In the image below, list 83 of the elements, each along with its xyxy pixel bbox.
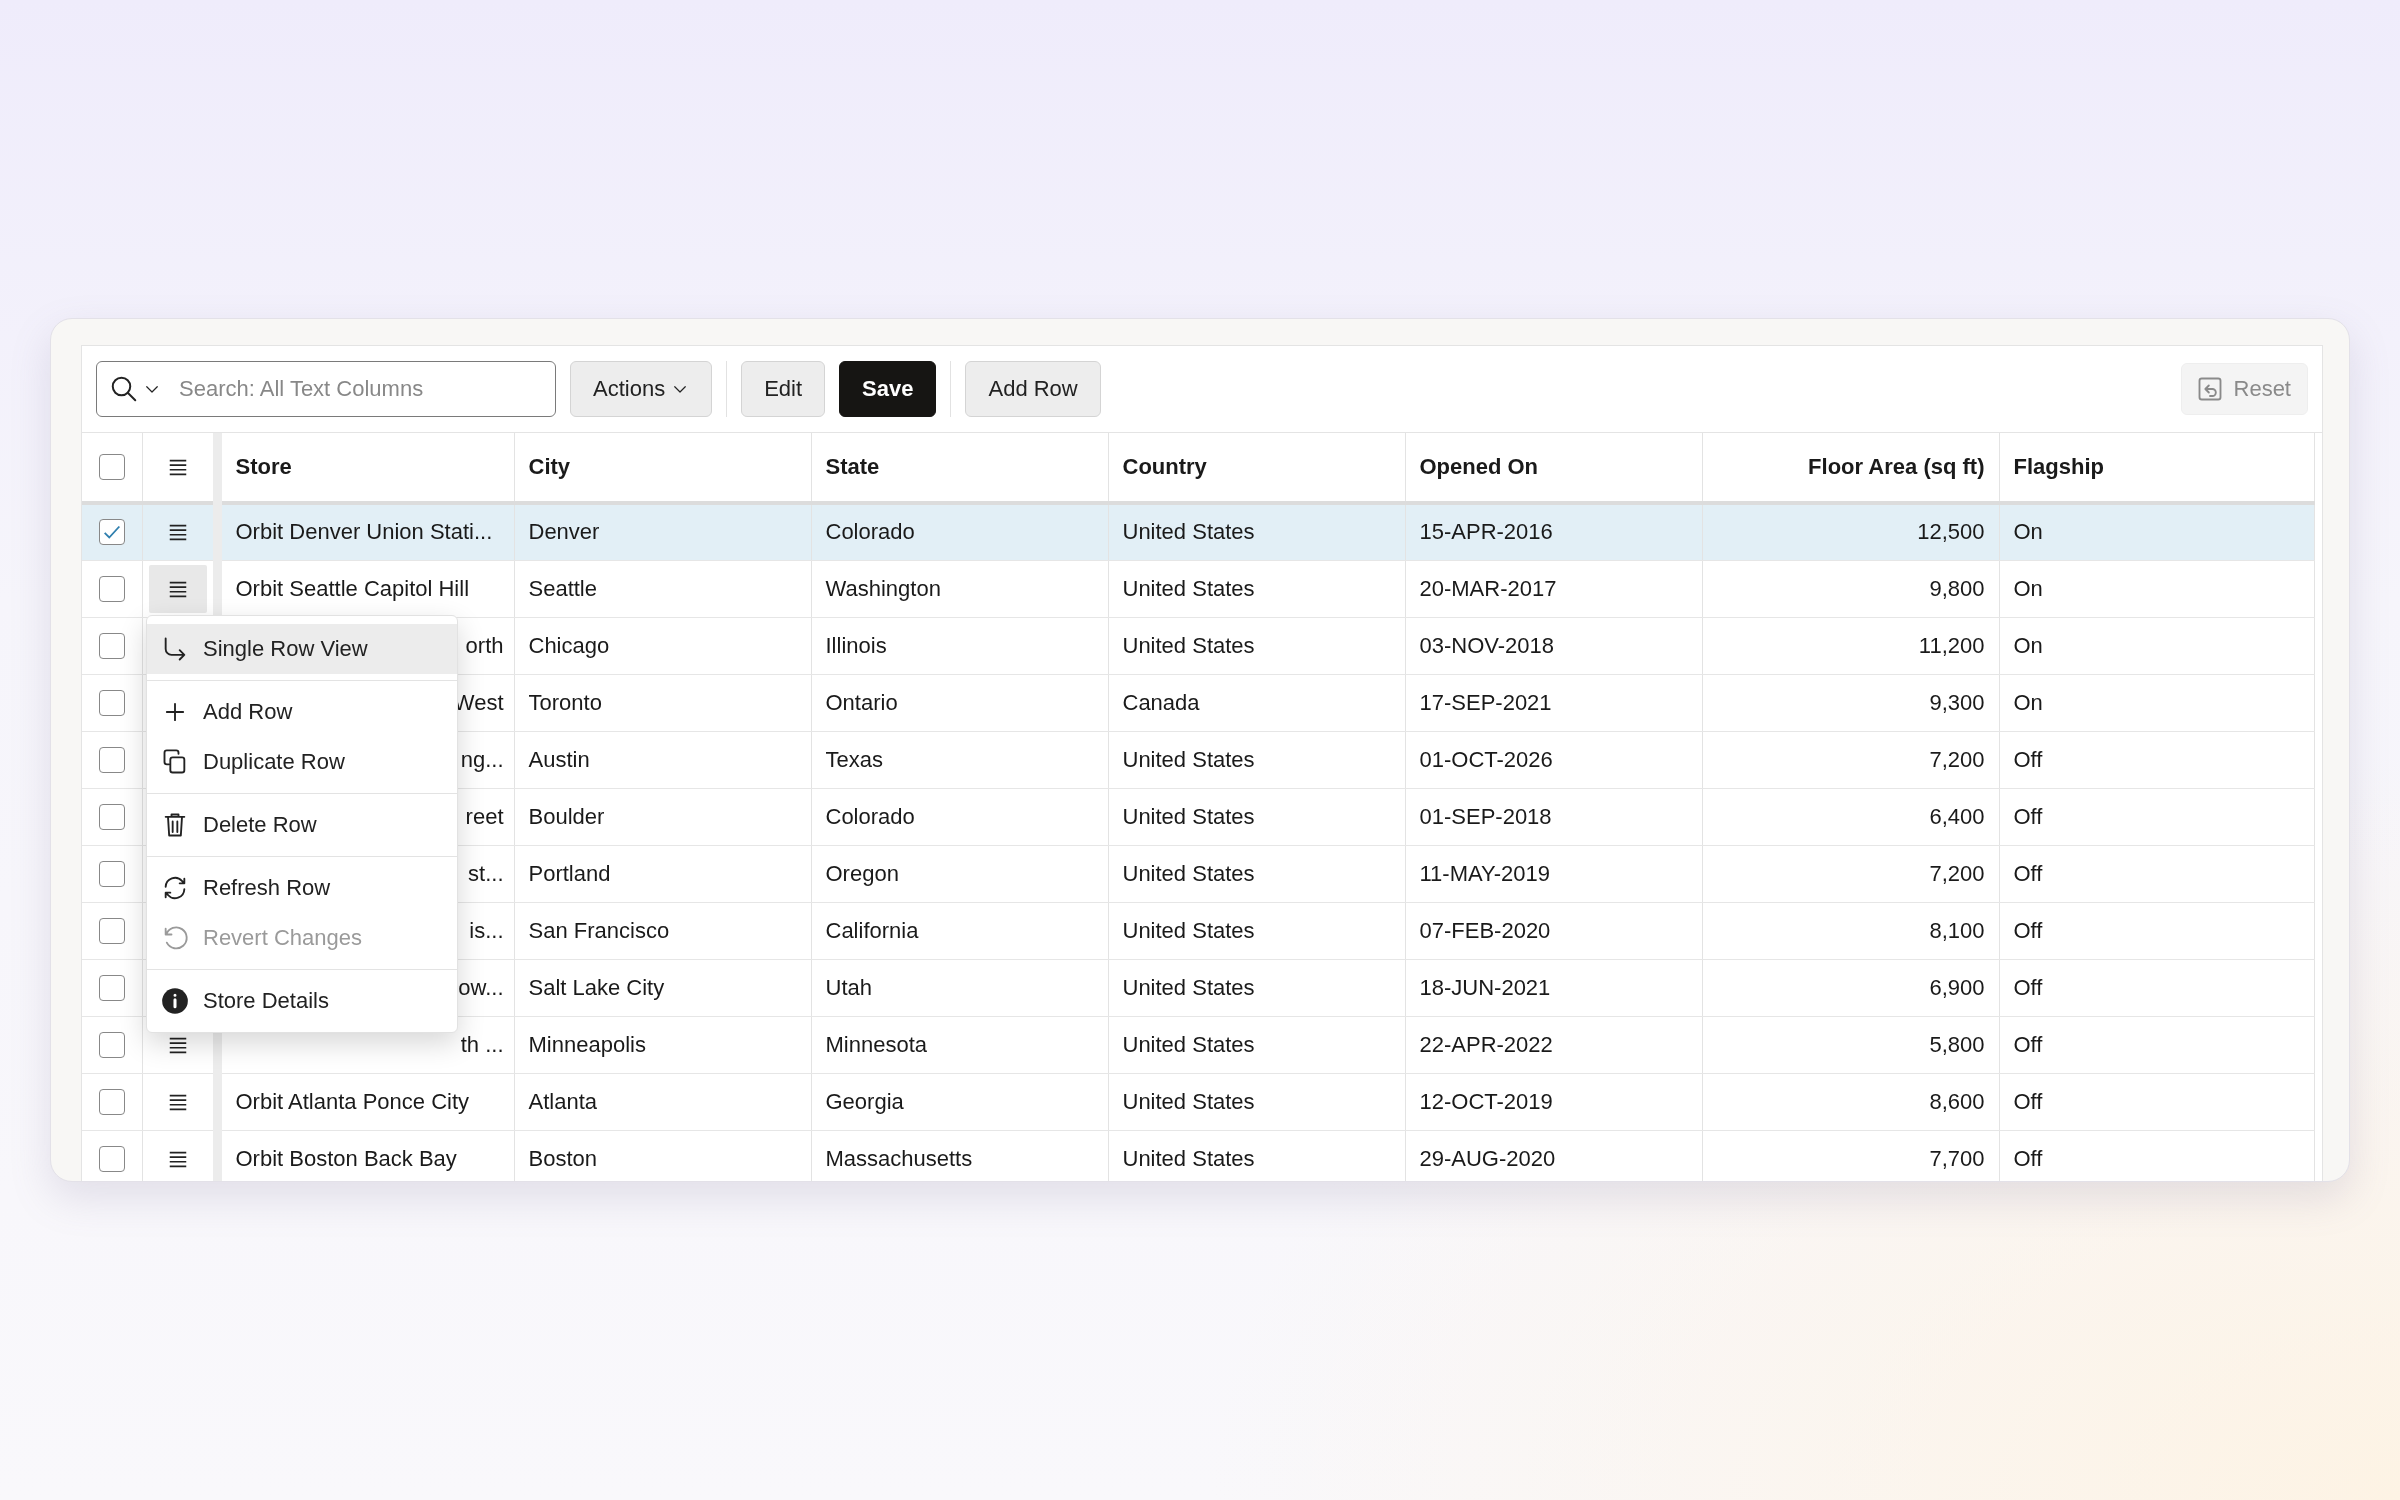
table-cell: United States xyxy=(1122,1145,1255,1171)
table-cell: United States xyxy=(1122,860,1255,886)
table-cell: Salt Lake City xyxy=(528,974,665,1000)
table-cell: Denver xyxy=(528,519,600,545)
table-cell: Minnesota xyxy=(825,1031,927,1057)
table-cell: 9,800 xyxy=(1929,575,1985,601)
table-cell: Off xyxy=(2013,974,2043,1000)
table-cell: Colorado xyxy=(825,519,915,545)
table-cell: 9,300 xyxy=(1929,689,1985,715)
table-cell: United States xyxy=(1122,1088,1255,1114)
table-cell: United States xyxy=(1122,917,1255,943)
table-cell: California xyxy=(825,917,919,943)
table-cell: Canada xyxy=(1122,689,1200,715)
table-cell: ow... xyxy=(458,974,504,1000)
table-cell: Off xyxy=(2013,917,2043,943)
table-cell: United States xyxy=(1122,519,1255,545)
table-cell: is... xyxy=(469,917,504,943)
table-cell: 8,100 xyxy=(1929,917,1985,943)
table-cell: Minneapolis xyxy=(528,1031,646,1057)
table-cell: 7,200 xyxy=(1929,746,1985,772)
table-cell: Texas xyxy=(825,746,883,772)
table-cell: st... xyxy=(468,860,504,886)
table-cell: Orbit Atlanta Ponce City xyxy=(235,1088,470,1114)
table-cell: Orbit Denver Union Stati... xyxy=(235,519,493,545)
table-cell: Portland xyxy=(528,860,611,886)
table-cell: Boulder xyxy=(528,803,605,829)
table-cell: 6,900 xyxy=(1929,974,1985,1000)
table-cell: 8,600 xyxy=(1929,1088,1985,1114)
table-cell: Off xyxy=(2013,746,2043,772)
table-cell: Off xyxy=(2013,803,2043,829)
table-cell: 5,800 xyxy=(1929,1031,1985,1057)
table-cell: 29-AUG-2020 xyxy=(1419,1145,1556,1171)
table-cell: 17-SEP-2021 xyxy=(1419,689,1552,715)
table-cell: Massachusetts xyxy=(825,1145,973,1171)
table-cell: Boston xyxy=(528,1145,597,1171)
table-cell: reet xyxy=(465,803,504,829)
table-cell: Colorado xyxy=(825,803,915,829)
table-cell: United States xyxy=(1122,575,1255,601)
table-cell: Off xyxy=(2013,1031,2043,1057)
table-cell: United States xyxy=(1122,803,1255,829)
table-cell: Washington xyxy=(825,575,941,601)
table-cell: United States xyxy=(1122,1031,1255,1057)
table-cell: 07-FEB-2020 xyxy=(1419,917,1551,943)
table-cell: 03-NOV-2018 xyxy=(1419,632,1555,658)
table-cell: United States xyxy=(1122,974,1255,1000)
table-cell: United States xyxy=(1122,632,1255,658)
table-cell: 20-MAR-2017 xyxy=(1419,575,1557,601)
table-cell: On xyxy=(2013,632,2043,658)
table-cell: United States xyxy=(1122,746,1255,772)
table-cell: On xyxy=(2013,689,2043,715)
table-cell: Illinois xyxy=(825,632,887,658)
table-cell: 01-OCT-2026 xyxy=(1419,746,1553,772)
table-cell: San Francisco xyxy=(528,917,670,943)
table-cell: orth xyxy=(465,632,504,658)
table-cell: 6,400 xyxy=(1929,803,1985,829)
table-cell: Off xyxy=(2013,1088,2043,1114)
table-cell: Orbit Boston Back Bay xyxy=(235,1145,457,1171)
table-cell: Chicago xyxy=(528,632,610,658)
table-cell: Georgia xyxy=(825,1088,904,1114)
table-cell: Ontario xyxy=(825,689,898,715)
table-cell: 11-MAY-2019 xyxy=(1419,860,1550,886)
table-cell: Seattle xyxy=(528,575,597,601)
table-cell: 18-JUN-2021 xyxy=(1419,974,1551,1000)
table-cell: th ... xyxy=(460,1031,504,1057)
table-cell: 22-APR-2022 xyxy=(1419,1031,1553,1057)
table-cell: 7,200 xyxy=(1929,860,1985,886)
table-cell: ng... xyxy=(460,746,504,772)
table-cell: Off xyxy=(2013,860,2043,886)
table-cell: 11,200 xyxy=(1918,632,1985,658)
table-cell: 7,700 xyxy=(1929,1145,1985,1171)
table-cell: Utah xyxy=(825,974,872,1000)
table-cell: Atlanta xyxy=(528,1088,597,1114)
table-cell: 15-APR-2016 xyxy=(1419,519,1553,545)
table-cell: On xyxy=(2013,519,2043,545)
table-cell: 12-OCT-2019 xyxy=(1419,1088,1553,1114)
table-cell: 12,500 xyxy=(1917,519,1985,545)
table-cell: Austin xyxy=(528,746,590,772)
table-cell: 01-SEP-2018 xyxy=(1419,803,1552,829)
table-cell: Toronto xyxy=(528,689,602,715)
table-cell: Oregon xyxy=(825,860,899,886)
table-cell: On xyxy=(2013,575,2043,601)
table-cell: Orbit Seattle Capitol Hill xyxy=(235,575,470,601)
table-cell: Off xyxy=(2013,1145,2043,1171)
